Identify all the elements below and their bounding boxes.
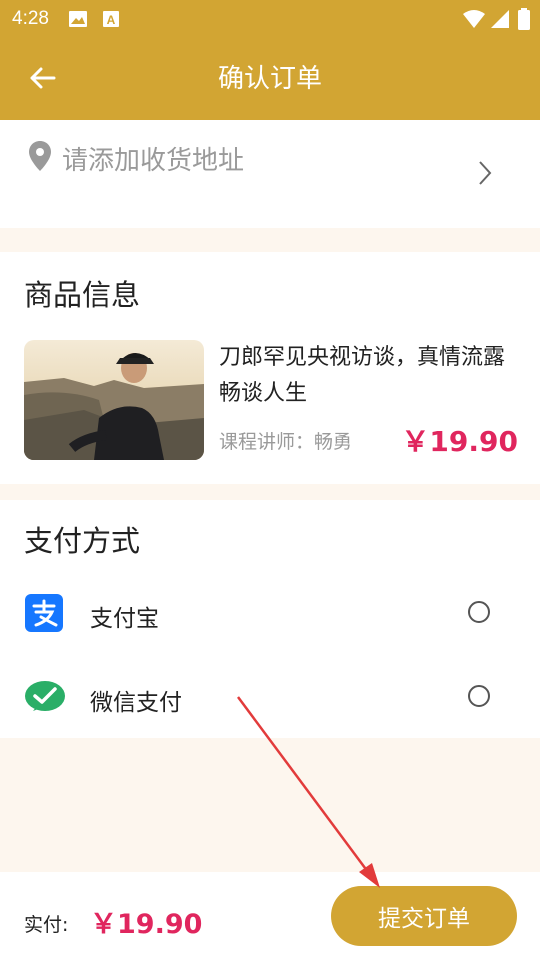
- bottom-bar: 实付: ￥19.90 提交订单: [0, 872, 540, 960]
- wechat-pay-icon: [24, 677, 66, 719]
- total-label: 实付:: [24, 914, 69, 936]
- product-title: 刀郎罕见央视访谈，真情流露畅谈人生: [219, 345, 506, 406]
- payment-section-title: 支付方式: [24, 524, 141, 558]
- back-button[interactable]: [22, 60, 62, 100]
- payment-option-wechat[interactable]: 微信支付: [0, 660, 540, 736]
- product-thumbnail: [24, 340, 204, 460]
- app-bar: 确认订单: [0, 38, 540, 120]
- address-placeholder: 请添加收货地址: [62, 146, 245, 176]
- product-price: ￥19.90: [401, 425, 518, 458]
- radio-alipay[interactable]: [468, 601, 490, 623]
- payment-label-alipay: 支付宝: [90, 606, 159, 632]
- svg-text:A: A: [107, 13, 116, 27]
- status-time: 4:28: [12, 8, 49, 29]
- battery-icon: [518, 8, 530, 34]
- submit-order-button[interactable]: 提交订单: [331, 886, 517, 946]
- radio-wechat[interactable]: [468, 685, 490, 707]
- status-bar: 4:28 A: [0, 0, 540, 38]
- image-icon: [68, 10, 88, 32]
- product-teacher: 课程讲师：畅勇: [219, 431, 353, 453]
- location-pin-icon: [28, 140, 52, 176]
- address-selector[interactable]: 请添加收货地址: [0, 120, 540, 228]
- signal-icon: [490, 9, 510, 33]
- arrow-left-icon: [28, 66, 56, 94]
- goods-section-title: 商品信息: [24, 278, 141, 312]
- total-value: ￥19.90: [90, 909, 203, 940]
- alipay-icon: [24, 593, 66, 635]
- goods-section: 商品信息 刀郎罕见央视访谈，真情流露畅谈人生 课程讲师：畅勇 ￥19.90: [0, 252, 540, 484]
- payment-label-wechat: 微信支付: [90, 690, 182, 716]
- chevron-right-icon: [478, 160, 492, 190]
- wifi-icon: [462, 9, 486, 33]
- payment-option-alipay[interactable]: 支付宝: [0, 576, 540, 652]
- payment-section: 支付方式 支付宝 微信支付: [0, 500, 540, 738]
- page-title: 确认订单: [217, 64, 322, 94]
- a-box-icon: A: [102, 10, 120, 32]
